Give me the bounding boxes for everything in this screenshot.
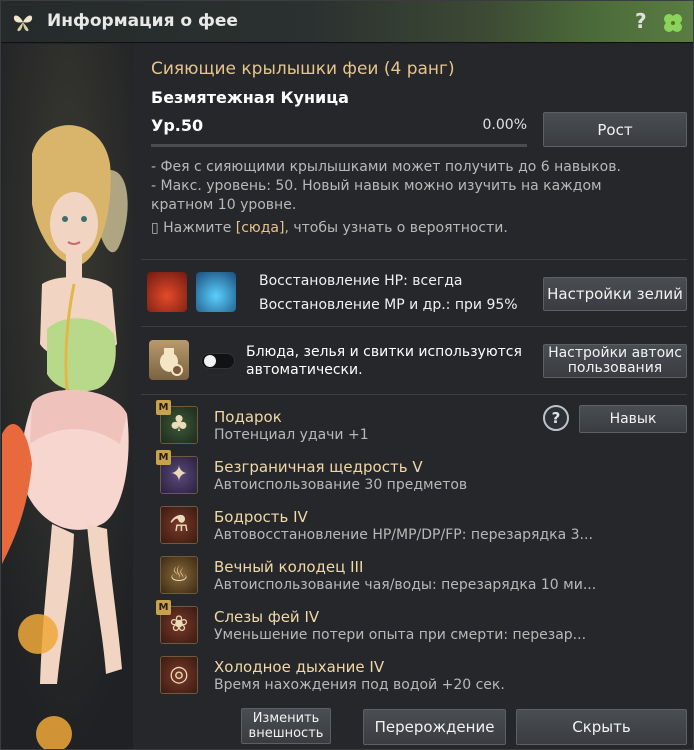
divider	[141, 259, 687, 260]
skill-name: Подарок	[214, 408, 282, 426]
description-line-1: - Фея с сияющими крылышками может получи…	[151, 159, 621, 175]
well-icon[interactable]: ♨	[160, 556, 198, 594]
rebirth-button[interactable]: Перерождение	[363, 709, 506, 745]
skill-description: Потенциал удачи +1	[214, 427, 369, 443]
exp-bar	[151, 144, 527, 147]
skill-name: Слезы фей IV	[214, 608, 320, 626]
auto-use-text: Блюда, зелья и свитки используются автом…	[246, 344, 522, 378]
hide-button[interactable]: Скрыть	[516, 709, 687, 745]
fairy-subtitle: Безмятежная Куница	[151, 88, 349, 107]
skill-description: Автоиспользование 30 предметов	[214, 477, 468, 493]
title-bar[interactable]: Информация о фее ?	[1, 1, 693, 43]
skill-name: Безграничная щедрость V	[214, 458, 423, 476]
skill-description: Автовосстановление HP/MP/DP/FP: перезаря…	[214, 527, 593, 543]
description-line-2: - Макс. уровень: 50. Новый навык можно и…	[151, 178, 602, 213]
skill-description: Время нахождения под водой +20 сек.	[214, 677, 505, 693]
window-title: Информация о фее	[47, 11, 238, 31]
mp-recovery-text: Восстановление MP и др.: при 95%	[259, 297, 518, 313]
description-prefix: ▯ Нажмите	[151, 220, 236, 236]
potion-gear-icon	[159, 348, 183, 376]
skill-name: Бодрость IV	[214, 508, 308, 526]
skill-name: Вечный колодец III	[214, 558, 364, 576]
fairy-name: Сияющие крылышки феи (4 ранг)	[151, 59, 455, 79]
fairy-info-window: Информация о фее ? Сияющие крылышки феи …	[0, 0, 694, 750]
description-suffix: , чтобы узнать о вероятности.	[284, 220, 508, 236]
mastery-badge: M	[156, 600, 171, 615]
skill-description: Автоиспользование чая/воды: перезарядка …	[214, 577, 597, 593]
exp-percent: 0.00%	[482, 117, 527, 133]
potions-icon[interactable]: ⚗	[160, 506, 198, 544]
skill-name: Холодное дыхание IV	[214, 658, 385, 676]
mp-potion-icon[interactable]	[196, 272, 236, 312]
butterfly-icon	[13, 15, 33, 32]
fairy-image	[2, 44, 133, 749]
fairy-portrait	[2, 44, 133, 749]
auto-use-icon	[149, 340, 189, 380]
breath-icon[interactable]: ◎	[160, 656, 198, 694]
content-panel	[133, 44, 693, 749]
hp-potion-icon[interactable]	[147, 272, 187, 312]
auto-settings-button[interactable]: Настройки автоиспользования	[543, 344, 687, 378]
change-look-button[interactable]: Изменить внешность	[241, 708, 331, 744]
divider	[141, 394, 687, 395]
clover-icon[interactable]	[661, 11, 685, 35]
fairy-level: Ур.50	[151, 116, 204, 135]
help-button[interactable]: ?	[635, 9, 655, 35]
description-line-3: ▯ Нажмите [сюда], чтобы узнать о вероятн…	[151, 219, 671, 238]
hp-recovery-text: Восстановление HP: всегда	[259, 273, 463, 289]
growth-button[interactable]: Рост	[543, 112, 687, 147]
mastery-badge: M	[156, 450, 171, 465]
probability-link[interactable]: [сюда]	[236, 220, 285, 236]
divider	[141, 326, 687, 327]
mastery-badge: M	[156, 400, 171, 415]
potion-settings-button[interactable]: Настройки зелий	[543, 277, 687, 311]
toggle-knob	[204, 355, 216, 367]
skill-description: Уменьшение потери опыта при смерти: пере…	[214, 627, 587, 643]
auto-use-toggle[interactable]	[201, 353, 235, 369]
